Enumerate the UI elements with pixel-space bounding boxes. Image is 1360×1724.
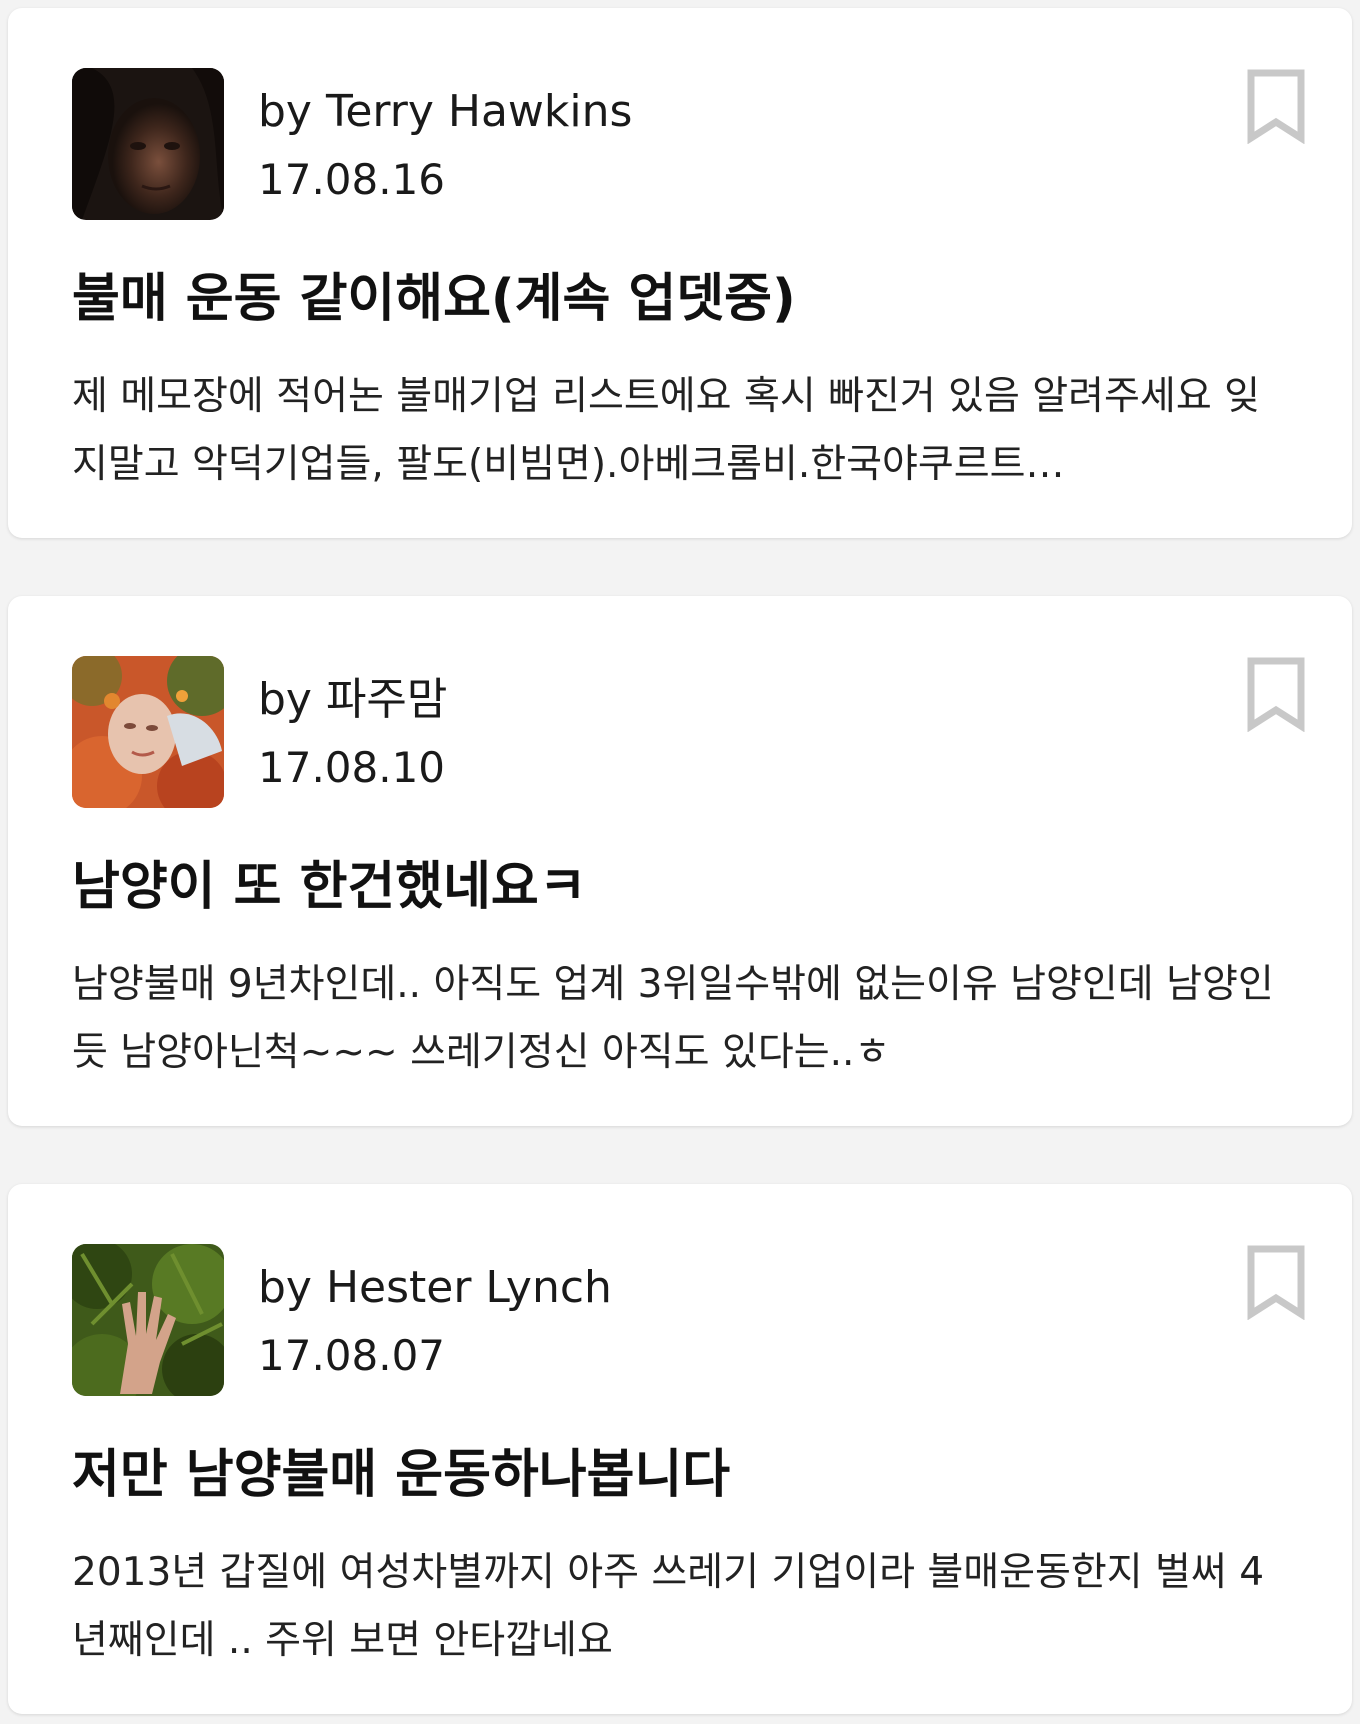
post-date: 17.08.16 [258, 155, 446, 204]
post-excerpt[interactable]: 제 메모장에 적어논 불매기업 리스트에요 혹시 빠진거 있음 알려주세요 잊지… [72, 363, 1292, 499]
post-card[interactable]: by Terry Hawkins 17.08.16 불매 운동 같이해요(계속 … [8, 8, 1352, 538]
post-excerpt[interactable]: 2013년 갑질에 여성차별까지 아주 쓰레기 기업이라 불매운동한지 벌써 4… [72, 1539, 1292, 1675]
author-avatar[interactable] [72, 656, 224, 808]
post-date: 17.08.10 [258, 743, 446, 792]
portrait-photo-icon [72, 68, 224, 220]
post-title[interactable]: 남양이 또 한건했네요ㅋ [72, 854, 1292, 920]
hand-in-fern-photo-icon [72, 1244, 224, 1396]
author-name[interactable]: by 파주맘 [258, 672, 447, 728]
post-title[interactable]: 불매 운동 같이해요(계속 업뎃중) [72, 266, 1292, 332]
post-date: 17.08.07 [258, 1331, 446, 1380]
autumn-leaves-photo-icon [72, 656, 224, 808]
bookmark-button[interactable] [1246, 68, 1306, 144]
author-avatar[interactable] [72, 1244, 224, 1396]
author-name[interactable]: by Hester Lynch [258, 1260, 612, 1316]
post-card[interactable]: by Hester Lynch 17.08.07 저만 남양불매 운동하나봅니다… [8, 1184, 1352, 1714]
post-excerpt[interactable]: 남양불매 9년차인데.. 아직도 업계 3위일수밖에 없는이유 남양인데 남양인… [72, 951, 1292, 1087]
bookmark-icon [1247, 1245, 1305, 1320]
author-avatar[interactable] [72, 68, 224, 220]
bookmark-icon [1247, 657, 1305, 732]
post-title[interactable]: 저만 남양불매 운동하나봅니다 [72, 1442, 1292, 1508]
author-name[interactable]: by Terry Hawkins [258, 84, 632, 140]
bookmark-icon [1247, 69, 1305, 144]
post-feed: by Terry Hawkins 17.08.16 불매 운동 같이해요(계속 … [0, 0, 1360, 1724]
bookmark-button[interactable] [1246, 656, 1306, 732]
bookmark-button[interactable] [1246, 1244, 1306, 1320]
post-card[interactable]: by 파주맘 17.08.10 남양이 또 한건했네요ㅋ 남양불매 9년차인데.… [8, 596, 1352, 1126]
